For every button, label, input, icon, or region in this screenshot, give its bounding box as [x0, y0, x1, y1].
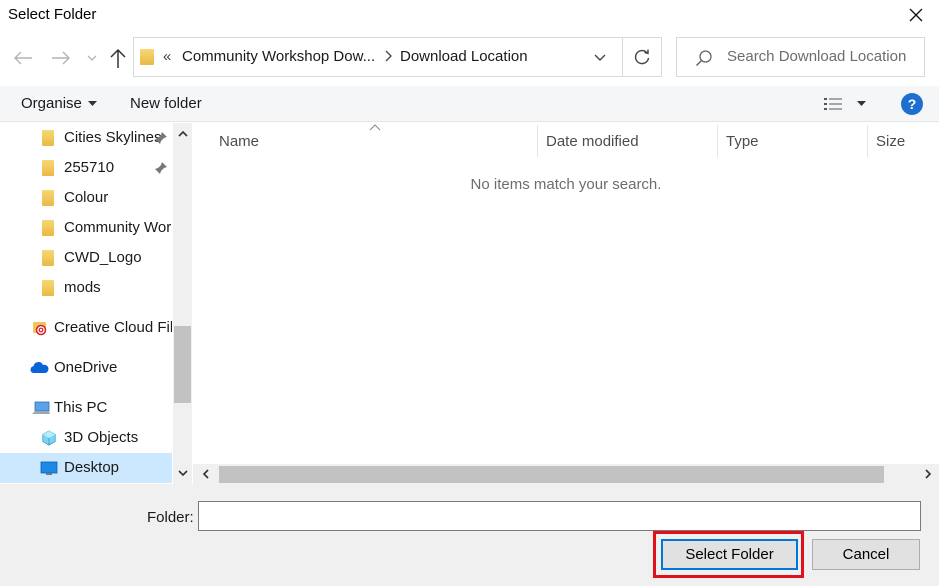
command-bar: Organise New folder ? [0, 86, 939, 122]
nav-item-label: CWD_Logo [64, 249, 142, 266]
horizontal-scrollbar[interactable] [193, 464, 939, 484]
nav-item-label: Creative Cloud Files [54, 319, 172, 336]
breadcrumb-overflow[interactable]: « [163, 48, 171, 65]
organise-label: Organise [21, 95, 82, 112]
arrow-right-icon [52, 51, 70, 65]
onedrive-cloud-icon [30, 362, 49, 373]
folder-icon [42, 190, 54, 206]
file-list[interactable]: Name Date modified Type Size No items ma… [193, 123, 939, 484]
new-folder-button[interactable]: New folder [130, 95, 202, 112]
column-header-name[interactable]: Name [211, 125, 538, 157]
folder-icon [42, 160, 54, 176]
nav-item-label: Cities Skylines [64, 129, 162, 146]
nav-item-label: OneDrive [54, 359, 118, 376]
scrollbar-thumb[interactable] [219, 466, 884, 483]
empty-message: No items match your search. [470, 176, 662, 193]
scroll-down-button[interactable] [173, 464, 192, 482]
chevron-down-icon [87, 55, 97, 61]
scroll-left-button[interactable] [197, 466, 215, 482]
organise-button[interactable]: Organise [21, 95, 97, 112]
chevron-down-icon [177, 470, 188, 477]
nav-item-this-pc[interactable]: This PC [0, 393, 172, 423]
desktop-icon [40, 461, 58, 475]
nav-item-label: Community Workshop [64, 219, 172, 236]
computer-icon [32, 401, 50, 414]
nav-scrollbar[interactable] [173, 123, 192, 484]
chevron-right-icon [925, 469, 932, 479]
search-input[interactable]: Search Download Location [727, 48, 906, 65]
help-icon[interactable]: ? [901, 93, 923, 115]
chevron-left-icon [202, 469, 209, 479]
nav-item-desktop[interactable]: Desktop [0, 453, 172, 483]
recent-locations-button[interactable] [86, 50, 98, 66]
nav-item-community-workshop[interactable]: Community Workshop [0, 213, 172, 243]
nav-item-cwd-logo[interactable]: CWD_Logo [0, 243, 172, 273]
nav-item-label: mods [64, 279, 101, 296]
forward-button[interactable] [50, 48, 72, 68]
breadcrumb-item[interactable]: Community Workshop Dow... [182, 48, 375, 65]
chevron-down-icon[interactable] [590, 51, 610, 65]
creative-cloud-icon [33, 322, 47, 336]
chevron-right-icon[interactable] [383, 49, 393, 63]
search-box[interactable]: Search Download Location [676, 37, 925, 77]
back-button[interactable] [12, 48, 34, 68]
nav-item-label: Desktop [64, 459, 120, 476]
folder-icon [42, 130, 54, 146]
divider [622, 38, 623, 76]
folder-icon [42, 280, 54, 296]
column-header-size[interactable]: Size [868, 125, 939, 157]
pin-icon [155, 132, 167, 144]
nav-item-label: 255710 [64, 159, 115, 176]
nav-item-colour[interactable]: Colour [0, 183, 172, 213]
cancel-button[interactable]: Cancel [812, 539, 920, 570]
up-button[interactable] [108, 47, 128, 69]
scroll-right-button[interactable] [919, 466, 937, 482]
select-folder-button[interactable]: Select Folder [661, 539, 798, 570]
caret-down-icon [87, 100, 97, 106]
chevron-up-icon [177, 130, 188, 137]
search-icon [695, 50, 712, 67]
nav-item-label: 3D Objects [64, 429, 139, 446]
folder-icon [140, 49, 154, 65]
nav-item-creative-cloud-files[interactable]: Creative Cloud Files [0, 313, 172, 343]
column-header-date-modified[interactable]: Date modified [538, 125, 718, 157]
nav-item-label: Colour [64, 189, 109, 206]
refresh-icon[interactable] [632, 47, 652, 67]
arrow-left-icon [14, 51, 32, 65]
folder-icon [42, 220, 54, 236]
folder-input[interactable] [198, 501, 921, 531]
nav-item-onedrive[interactable]: OneDrive [0, 353, 172, 383]
caret-down-icon [857, 101, 866, 106]
title-bar: Select Folder [0, 0, 939, 32]
nav-item-3d-objects[interactable]: 3D Objects [0, 423, 172, 453]
window-title: Select Folder [8, 6, 97, 23]
3d-objects-icon [42, 430, 56, 446]
close-button[interactable] [893, 0, 939, 30]
pin-icon [155, 162, 167, 174]
close-icon [909, 8, 923, 22]
arrow-up-icon [110, 48, 126, 68]
scroll-up-button[interactable] [173, 125, 192, 143]
nav-item-255710[interactable]: 255710 [0, 153, 172, 183]
nav-item-cities-skylines[interactable]: Cities Skylines [0, 123, 172, 153]
nav-item-label: This PC [54, 399, 108, 416]
folder-icon [42, 250, 54, 266]
details-view-icon [824, 98, 842, 110]
scrollbar-thumb[interactable] [174, 326, 191, 403]
dialog-footer: Folder: Select Folder Cancel [0, 484, 939, 586]
navigation-pane: Cities Skylines 255710 Colour Community … [0, 123, 192, 484]
change-view-button[interactable] [823, 95, 867, 113]
address-bar[interactable]: « Community Workshop Dow... Download Loc… [133, 37, 662, 77]
column-header-type[interactable]: Type [718, 125, 868, 157]
nav-item-mods[interactable]: mods [0, 273, 172, 303]
breadcrumb-item[interactable]: Download Location [400, 48, 528, 65]
folder-label: Folder: [147, 509, 194, 526]
